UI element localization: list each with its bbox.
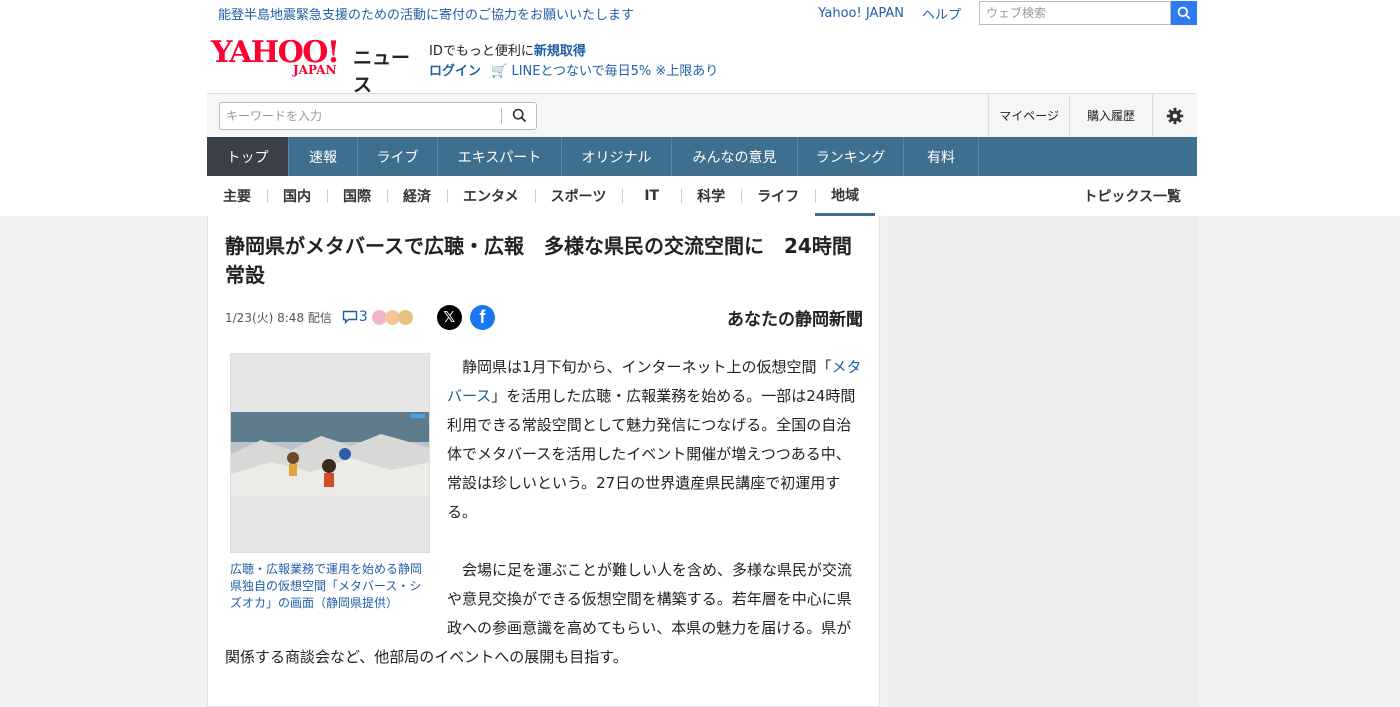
site-header: YAHOO! JAPAN ニュース IDでもっと便利に新規取得 ログイン 🛒 L… bbox=[207, 36, 1197, 97]
logo-japan-text: JAPAN bbox=[293, 63, 337, 77]
comment-count: 3 bbox=[358, 309, 368, 325]
yahoo-japan-logo[interactable]: YAHOO! JAPAN bbox=[211, 36, 351, 80]
keyword-search-button[interactable] bbox=[502, 103, 536, 129]
category-entertainment[interactable]: エンタメ bbox=[447, 176, 535, 216]
yahoo-japan-link[interactable]: Yahoo! JAPAN bbox=[818, 6, 904, 21]
nav-live[interactable]: ライブ bbox=[358, 137, 438, 176]
header-tools: マイページ 購入履歴 bbox=[988, 93, 1197, 138]
top-links: Yahoo! JAPAN ヘルプ bbox=[818, 1, 1197, 25]
reaction-face-icon bbox=[397, 309, 413, 325]
signup-link[interactable]: 新規取得 bbox=[534, 44, 586, 59]
publisher-name[interactable]: あなたの静岡新聞 bbox=[727, 305, 863, 330]
article-title: 静岡県がメタバースで広聴・広報 多様な県民の交流空間に 24時間常設 bbox=[225, 234, 852, 287]
category-international[interactable]: 国際 bbox=[327, 176, 387, 216]
category-it[interactable]: IT bbox=[622, 176, 681, 216]
promo-line-2: ログイン 🛒 LINEとつないで毎日5% ※上限あり bbox=[429, 62, 718, 82]
nav-breaking[interactable]: 速報 bbox=[289, 137, 358, 176]
category-economy[interactable]: 経済 bbox=[387, 176, 447, 216]
category-nav: 主要 国内 国際 経済 エンタメ スポーツ IT 科学 ライフ 地域 トピックス… bbox=[207, 176, 1197, 216]
mypage-link[interactable]: マイページ bbox=[988, 93, 1069, 138]
login-promo: IDでもっと便利に新規取得 ログイン 🛒 LINEとつないで毎日5% ※上限あり bbox=[429, 42, 718, 82]
web-search bbox=[979, 1, 1197, 25]
paragraph-text: 」を活用した広聴・広報業務を始める。一部は24時間利用できる常設空間として魅力発… bbox=[447, 387, 856, 521]
nav-opinions[interactable]: みんなの意見 bbox=[672, 137, 798, 176]
donation-notice-link[interactable]: 能登半島地震緊急支援のための活動に寄付のご協力をお願いいたします bbox=[218, 4, 818, 23]
share-buttons: 𝕏 f bbox=[436, 304, 503, 330]
line-promo-link[interactable]: LINEとつないで毎日5% ※上限あり bbox=[511, 64, 718, 79]
paragraph-text: 静岡県は1月下旬から、インターネット上の仮想空間「 bbox=[447, 358, 832, 376]
web-search-input[interactable] bbox=[979, 1, 1171, 25]
right-sidebar bbox=[888, 216, 1197, 707]
keyword-search-input[interactable] bbox=[220, 102, 501, 129]
comments-link[interactable]: 3 bbox=[342, 309, 368, 325]
category-life[interactable]: ライフ bbox=[741, 176, 815, 216]
web-search-button[interactable] bbox=[1171, 1, 1197, 25]
publish-date: 1/23(火) 8:48 配信 bbox=[225, 310, 332, 325]
image-spacer bbox=[225, 353, 447, 553]
promo-text: IDでもっと便利に bbox=[429, 44, 534, 59]
article-body: 静岡県は1月下旬から、インターネット上の仮想空間「メタバース」を活用した広聴・広… bbox=[225, 353, 865, 701]
reaction-faces bbox=[371, 309, 413, 325]
article-meta: 1/23(火) 8:48 配信 3 𝕏 f あなたの静岡新聞 bbox=[225, 303, 863, 331]
search-icon bbox=[512, 108, 526, 123]
promo-line-1: IDでもっと便利に新規取得 bbox=[429, 42, 718, 62]
cart-icon: 🛒 bbox=[491, 64, 508, 79]
nav-top[interactable]: トップ bbox=[207, 137, 289, 176]
category-sports[interactable]: スポーツ bbox=[534, 176, 623, 216]
settings-button[interactable] bbox=[1152, 93, 1197, 138]
nav-paid[interactable]: 有料 bbox=[904, 137, 979, 176]
category-regional[interactable]: 地域 bbox=[815, 176, 876, 216]
category-main[interactable]: 主要 bbox=[207, 176, 267, 216]
help-link[interactable]: ヘルプ bbox=[922, 4, 961, 23]
nav-ranking[interactable]: ランキング bbox=[798, 137, 904, 176]
keyword-search bbox=[219, 101, 537, 130]
category-science[interactable]: 科学 bbox=[681, 176, 741, 216]
gear-icon bbox=[1166, 107, 1184, 124]
search-bar-row: マイページ 購入履歴 bbox=[207, 93, 1197, 138]
main-nav: トップ 速報 ライブ エキスパート オリジナル みんなの意見 ランキング 有料 bbox=[207, 137, 1197, 176]
x-share-icon[interactable]: 𝕏 bbox=[436, 304, 462, 330]
nav-original[interactable]: オリジナル bbox=[562, 137, 672, 176]
notice-bar: 能登半島地震緊急支援のための活動に寄付のご協力をお願いいたします Yahoo! … bbox=[207, 0, 1197, 26]
search-icon bbox=[1177, 6, 1191, 20]
topics-list-link[interactable]: トピックス一覧 bbox=[1083, 186, 1181, 206]
login-link[interactable]: ログイン bbox=[429, 64, 481, 79]
article: 静岡県がメタバースで広聴・広報 多様な県民の交流空間に 24時間常設 1/23(… bbox=[207, 216, 880, 707]
facebook-share-icon[interactable]: f bbox=[469, 304, 495, 330]
news-logo[interactable]: ニュース bbox=[353, 43, 423, 97]
category-domestic[interactable]: 国内 bbox=[267, 176, 327, 216]
purchase-history-link[interactable]: 購入履歴 bbox=[1068, 93, 1152, 138]
comment-icon bbox=[342, 310, 358, 324]
nav-expert[interactable]: エキスパート bbox=[438, 137, 562, 176]
